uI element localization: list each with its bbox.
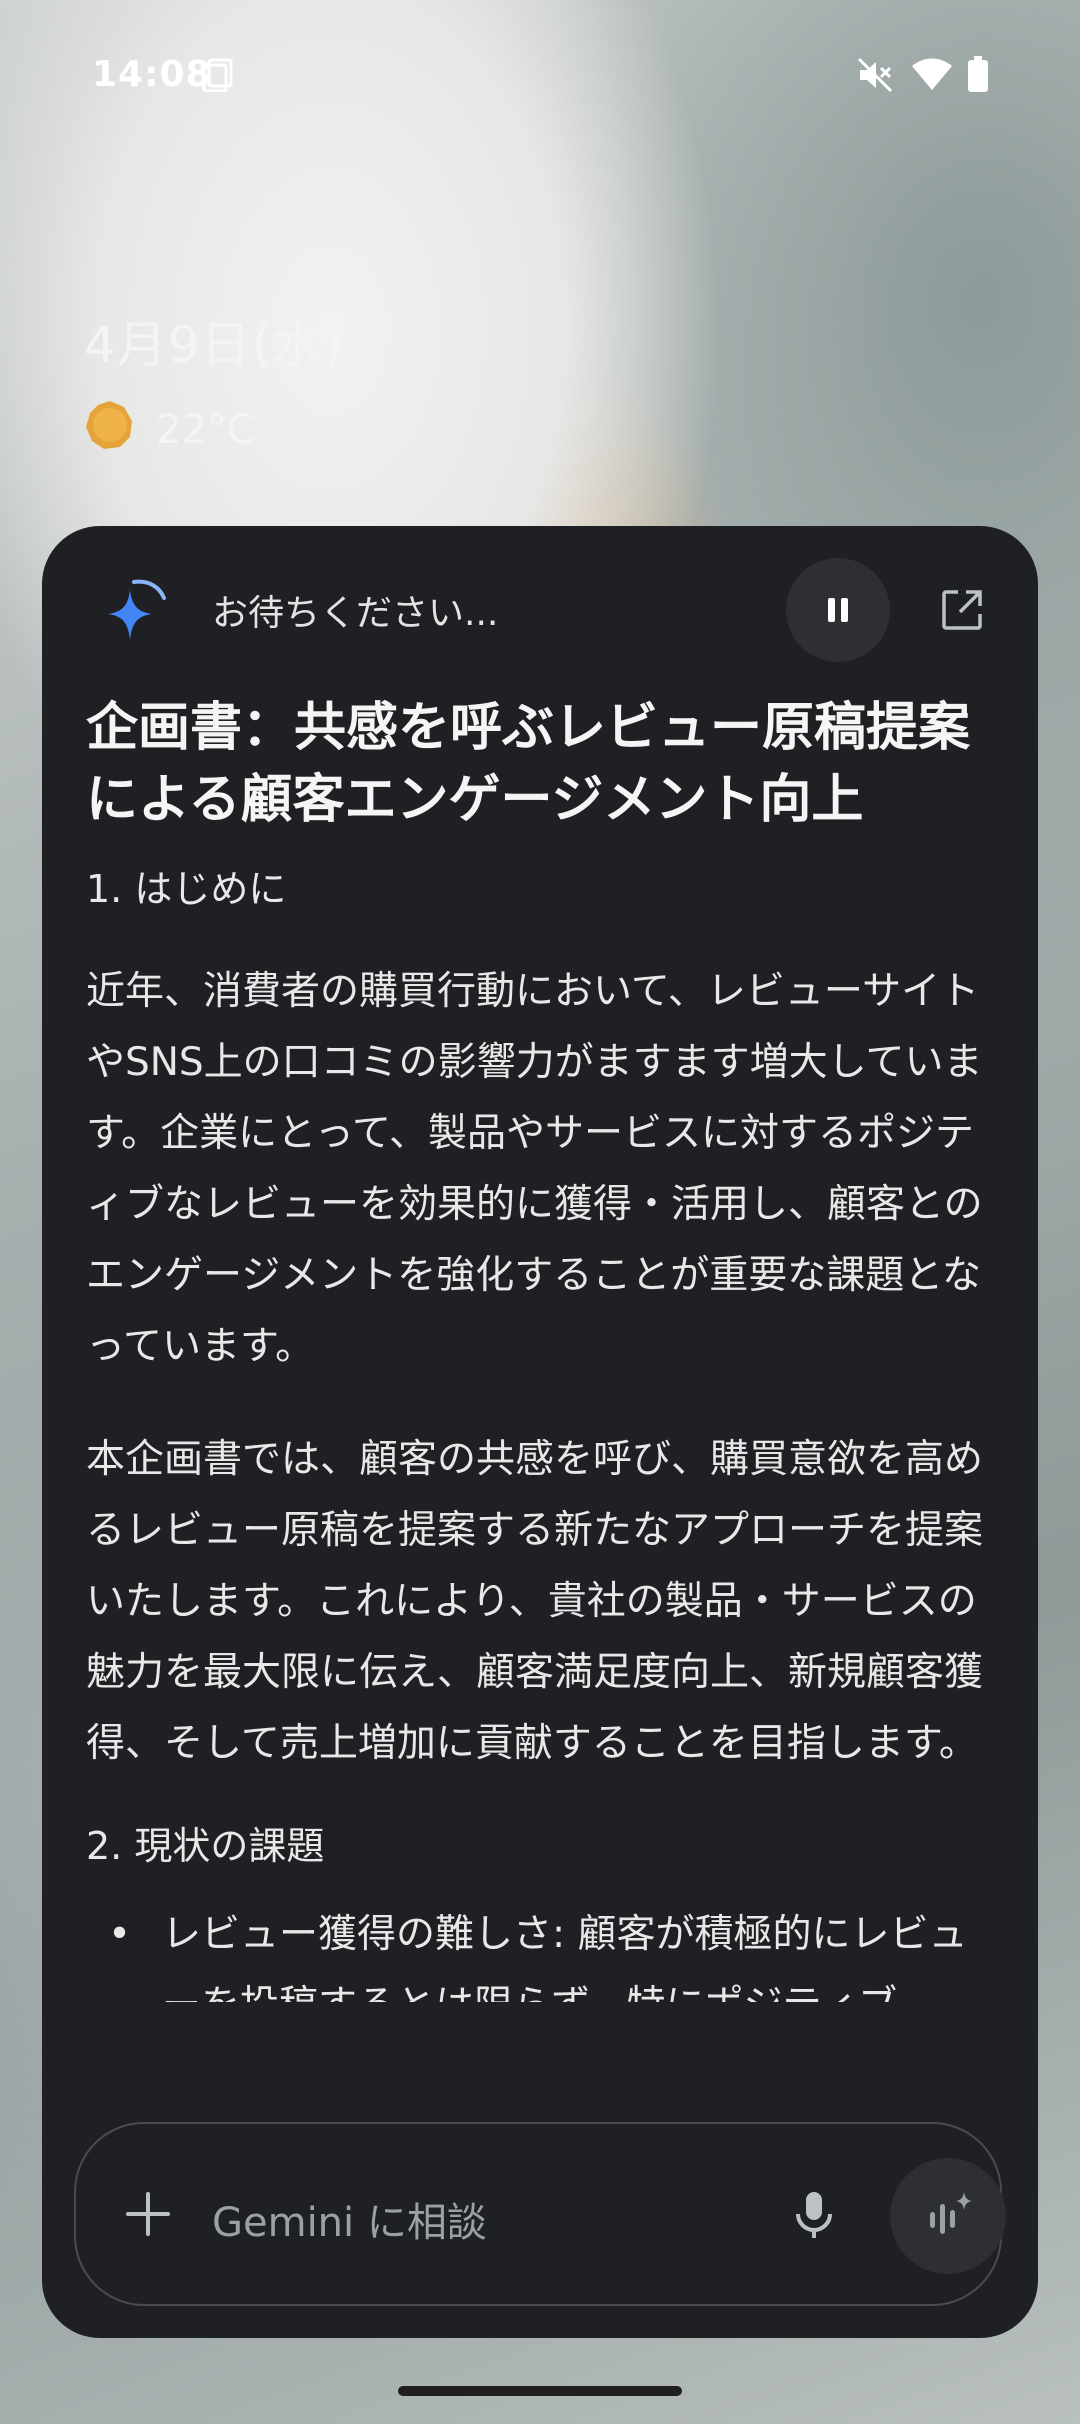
paragraph-1: 近年、消費者の購買行動において、レビューサイトやSNS上の口コミの影響力がますま… bbox=[86, 969, 983, 1369]
wifi-icon bbox=[910, 56, 954, 96]
response-content[interactable]: 企画書：共感を呼ぶレビュー原稿提案による顧客エンゲージメント向上 1. はじめに… bbox=[86, 692, 1006, 2002]
issues-list: レビュー獲得の難しさ: 顧客が積極的にレビューを投稿するとは限らず、特にポジティ… bbox=[86, 1899, 1006, 2002]
gemini-live-icon bbox=[930, 2192, 972, 2234]
screenshot-icon bbox=[200, 56, 236, 96]
navigation-handle[interactable] bbox=[398, 2386, 682, 2396]
microphone-icon bbox=[796, 2192, 832, 2238]
sun-icon bbox=[84, 399, 136, 461]
prompt-input[interactable]: Gemini に相談 bbox=[212, 2190, 487, 2248]
pause-button[interactable] bbox=[786, 558, 890, 662]
assistant-status: お待ちください... bbox=[212, 593, 499, 634]
microphone-button[interactable] bbox=[780, 2180, 848, 2248]
status-bar: 14:08 bbox=[0, 0, 1080, 150]
paragraph-2: 本企画書では、顧客の共感を呼び、購買意欲を高めるレビュー原稿を提案する新たなアプ… bbox=[86, 1437, 984, 1766]
list-item: レビュー獲得の難しさ: 顧客が積極的にレビューを投稿するとは限らず、特にポジティ… bbox=[86, 1899, 1006, 2002]
plus-icon bbox=[126, 2192, 170, 2236]
status-time: 14:08 bbox=[92, 54, 212, 95]
gemini-spark-icon bbox=[94, 568, 174, 652]
lock-screen-weather: 22°C bbox=[84, 400, 255, 460]
mute-icon bbox=[856, 56, 894, 98]
weather-temperature: 22°C bbox=[156, 407, 255, 453]
panel-header: お待ちください... bbox=[42, 526, 1038, 686]
response-title: 企画書：共感を呼ぶレビュー原稿提案による顧客エンゲージメント向上 bbox=[86, 698, 971, 830]
section-heading-introduction: 1. はじめに bbox=[86, 867, 287, 911]
section-heading-issues: 2. 現状の課題 bbox=[86, 1824, 325, 1868]
gemini-live-button[interactable] bbox=[890, 2158, 1006, 2274]
add-attachment-button[interactable] bbox=[114, 2180, 182, 2248]
open-external-button[interactable] bbox=[930, 578, 994, 642]
prompt-input-bar[interactable]: Gemini に相談 bbox=[74, 2122, 1006, 2306]
gemini-panel: お待ちください... 企画書：共感を呼ぶレビュー原稿提案による顧客エンゲージメン… bbox=[42, 526, 1038, 2338]
battery-icon bbox=[966, 56, 990, 96]
lock-screen-date: 4月9日(水) bbox=[84, 316, 344, 374]
open-in-new-icon bbox=[942, 590, 982, 630]
pause-icon bbox=[828, 598, 848, 622]
